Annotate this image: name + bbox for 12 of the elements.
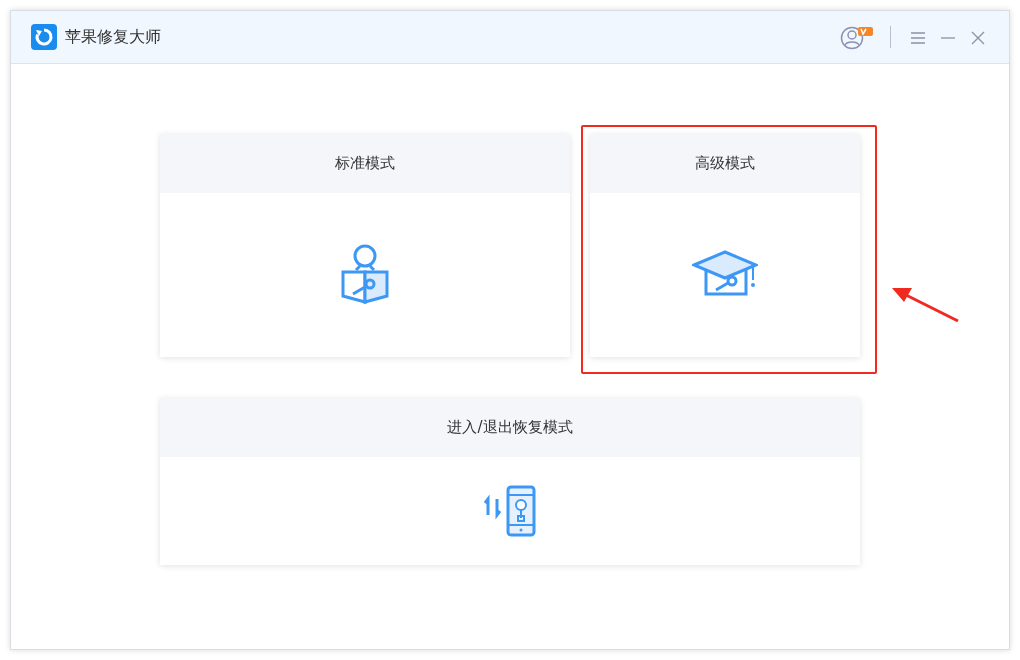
mode-card[interactable]: 标准模式	[160, 134, 570, 357]
mode-title: 标准模式	[335, 153, 395, 175]
menu-icon	[911, 32, 925, 44]
window-title: 苹果修复大师	[65, 26, 161, 48]
mode-card[interactable]: 高级模式	[590, 134, 860, 357]
close-icon	[971, 31, 985, 45]
mode-title: 进入/退出恢复模式	[447, 417, 573, 439]
mode-title: 高级模式	[695, 153, 755, 175]
user-vip-icon[interactable]	[840, 24, 874, 50]
phone-transfer-icon	[483, 485, 537, 537]
app-logo-icon	[31, 24, 57, 50]
mode-card[interactable]: 进入/退出恢复模式	[160, 398, 860, 565]
